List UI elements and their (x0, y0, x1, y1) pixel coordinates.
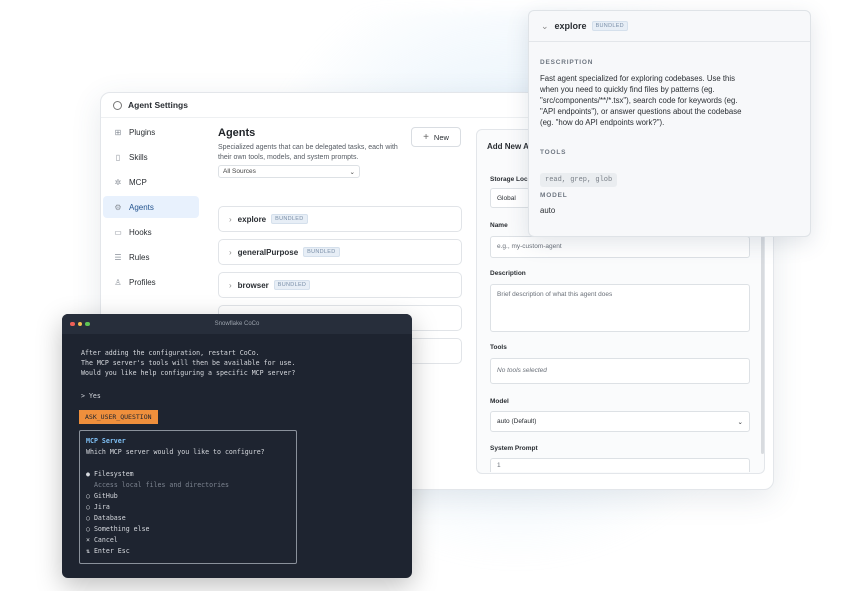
mcp-option-github[interactable]: ○ GitHub (86, 492, 118, 500)
bundled-badge: BUNDLED (591, 21, 628, 31)
terminal-line: The MCP server's tools will then be avai… (81, 359, 296, 367)
plugins-icon: ⊞ (114, 127, 122, 137)
hooks-icon: ▭ (114, 227, 122, 237)
settings-sidebar: ⊞ Plugins ▯ Skills ✲ MCP ⚙ Agents ▭ Hooks ☰ Ru… (101, 118, 205, 296)
mcp-option-cancel[interactable]: × Cancel (86, 536, 118, 544)
description-line: "API endpoints"), or answer questions ab… (540, 107, 742, 116)
mcp-option-hint: Access local files and directories (94, 481, 229, 489)
terminal-window: Snowflake CoCo After adding the configur… (62, 314, 412, 578)
agent-name: browser (237, 280, 269, 290)
settings-title: Agent Settings (128, 100, 188, 110)
sidebar-item-label: Agents (129, 202, 154, 212)
terminal-line: Would you like help configuring a specif… (81, 369, 296, 377)
source-filter-value: All Sources (223, 168, 256, 175)
new-agent-button[interactable]: + New (411, 127, 461, 147)
sidebar-item-label: Profiles (129, 277, 156, 287)
new-agent-title: Add New A (487, 142, 529, 151)
mcp-option-filesystem[interactable]: ● Filesystem (86, 470, 134, 478)
model-value: auto (Default) (497, 418, 537, 425)
terminal-answer: > Yes (81, 392, 101, 400)
settings-gear-icon (113, 100, 122, 110)
storage-label: Storage Loc (490, 176, 528, 183)
model-value: auto (540, 206, 556, 215)
system-prompt-label: System Prompt (490, 445, 538, 452)
agents-description: Specialized agents that can be delegated… (218, 144, 398, 161)
agent-name: generalPurpose (237, 247, 299, 257)
plus-icon: + (423, 131, 429, 143)
mcp-option-jira[interactable]: ○ Jira (86, 503, 110, 511)
mcp-option-database[interactable]: ○ Database (86, 514, 126, 522)
system-prompt-editor[interactable]: 1 (490, 458, 750, 472)
tools-value: No tools selected (497, 367, 547, 374)
description-line: (eg. "how do API endpoints work?"). (540, 118, 665, 127)
sidebar-item-label: MCP (129, 177, 147, 187)
storage-value: Global (497, 195, 516, 202)
mcp-key-hints: ⇅ Enter Esc (86, 547, 130, 555)
skills-icon: ▯ (115, 152, 121, 162)
agents-icon: ⚙ (114, 202, 122, 212)
system-prompt-line: 1 (497, 462, 501, 469)
sidebar-item-rules[interactable]: ☰ Rules (103, 246, 199, 268)
ask-user-question-label: ASK_USER_QUESTION (79, 410, 158, 424)
chevron-down-icon: ⌄ (737, 418, 743, 426)
explore-header[interactable]: ⌄ explore BUNDLED (529, 11, 810, 42)
name-placeholder: e.g., my-custom-agent (497, 243, 562, 250)
agent-row-generalpurpose[interactable]: › generalPurpose BUNDLED (218, 239, 462, 265)
tools-label: Tools (490, 344, 507, 351)
agent-row-browser[interactable]: › browser BUNDLED (218, 272, 462, 298)
bundled-badge: BUNDLED (271, 214, 308, 224)
chevron-down-icon: ⌄ (349, 168, 355, 176)
description-line: "src/components/**/*.tsx"), search code … (540, 96, 738, 105)
chevron-right-icon: › (229, 280, 232, 290)
sidebar-item-skills[interactable]: ▯ Skills (103, 146, 199, 168)
agent-row-explore[interactable]: › explore BUNDLED (218, 206, 462, 232)
rules-icon: ☰ (114, 252, 122, 262)
description-placeholder: Brief description of what this agent doe… (497, 291, 613, 298)
model-label: MODEL (540, 192, 568, 199)
description-label: DESCRIPTION (540, 59, 594, 66)
terminal-titlebar: Snowflake CoCo (62, 314, 412, 334)
sidebar-item-label: Hooks (129, 227, 152, 237)
sidebar-item-label: Rules (129, 252, 150, 262)
description-line: Fast agent specialized for exploring cod… (540, 74, 736, 83)
bundled-badge: BUNDLED (303, 247, 340, 257)
terminal-title: Snowflake CoCo (214, 321, 260, 327)
sidebar-item-profiles[interactable]: ♙ Profiles (103, 271, 199, 293)
mcp-server-question-box: MCP Server Which MCP server would you li… (79, 430, 297, 564)
explore-agent-popup: ⌄ explore BUNDLED DESCRIPTION Fast agent… (528, 10, 811, 237)
explore-name: explore (554, 21, 587, 31)
profiles-icon: ♙ (114, 277, 122, 287)
model-select[interactable]: auto (Default) ⌄ (490, 411, 750, 432)
agent-name: explore (237, 214, 267, 224)
bundled-badge: BUNDLED (273, 280, 311, 290)
chevron-right-icon: › (229, 247, 232, 257)
new-agent-button-label: New (433, 132, 449, 142)
chevron-down-icon: ⌄ (541, 20, 549, 31)
chevron-right-icon: › (229, 214, 232, 224)
tools-selector[interactable]: No tools selected (490, 358, 750, 384)
sidebar-item-plugins[interactable]: ⊞ Plugins (103, 121, 199, 143)
description-line: when you need to quickly find files by p… (540, 85, 715, 94)
terminal-line: After adding the configuration, restart … (81, 349, 260, 357)
sidebar-item-agents[interactable]: ⚙ Agents (103, 196, 199, 218)
mcp-icon: ✲ (114, 177, 122, 187)
description-label: Description (490, 270, 526, 277)
tools-label: TOOLS (540, 149, 567, 156)
mcp-heading: MCP Server (86, 437, 126, 445)
mcp-option-something-else[interactable]: ○ Something else (86, 525, 150, 533)
name-label: Name (490, 222, 508, 229)
source-filter-select[interactable]: All Sources ⌄ (218, 165, 360, 178)
name-input[interactable]: e.g., my-custom-agent (490, 236, 750, 258)
sidebar-item-hooks[interactable]: ▭ Hooks (103, 221, 199, 243)
description-textarea[interactable]: Brief description of what this agent doe… (490, 284, 750, 332)
sidebar-item-mcp[interactable]: ✲ MCP (103, 171, 199, 193)
model-label: Model (490, 398, 509, 405)
sidebar-item-label: Plugins (129, 127, 156, 137)
explore-description: Fast agent specialized for exploring cod… (540, 73, 795, 128)
sidebar-item-label: Skills (129, 152, 148, 162)
agents-section: Agents Specialized agents that can be de… (218, 127, 463, 364)
mcp-question: Which MCP server would you like to confi… (86, 448, 265, 456)
storage-select[interactable]: Global (490, 188, 530, 208)
tools-chip: read, grep, glob (540, 173, 618, 187)
